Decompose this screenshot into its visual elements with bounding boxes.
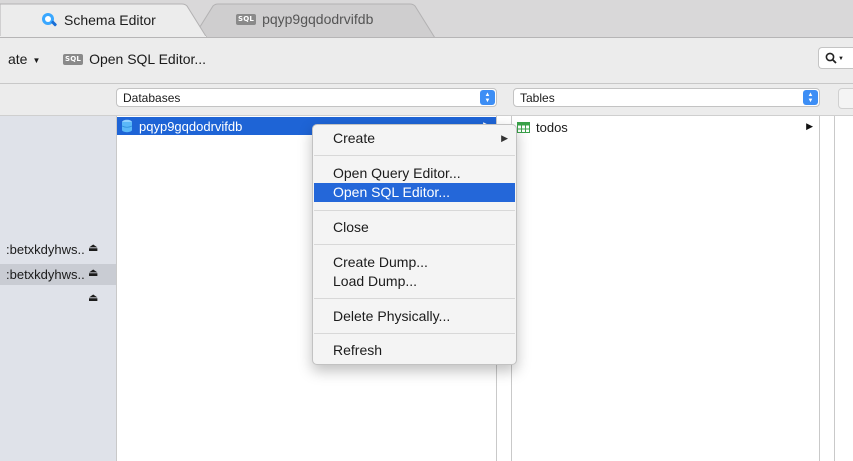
search-icon bbox=[825, 52, 837, 64]
menu-separator bbox=[314, 333, 515, 334]
menu-item-label: Close bbox=[333, 219, 369, 235]
connections-sidebar: :betxkdyhws.. ⏏ :betxkdyhws.. ⏏ ⏏ bbox=[0, 116, 116, 461]
menu-item-label: Open SQL Editor... bbox=[333, 184, 450, 200]
popup-stepper-icon: ▲ ▼ bbox=[803, 90, 818, 105]
sql-icon: SQL bbox=[63, 53, 84, 65]
pane-divider bbox=[834, 116, 835, 461]
schema-editor-icon bbox=[42, 13, 57, 27]
menu-separator bbox=[314, 155, 515, 156]
disclosure-arrow-icon: ▶ bbox=[806, 121, 813, 131]
menu-item-close[interactable]: Close bbox=[314, 218, 515, 237]
table-icon bbox=[517, 121, 530, 133]
popup-stepper-icon: ▲ ▼ bbox=[480, 90, 495, 105]
menu-item-label: Create bbox=[333, 130, 376, 146]
connection-label: :betxkdyhws.. bbox=[6, 242, 85, 257]
databases-popup-label: Databases bbox=[123, 90, 181, 105]
create-dropdown-button[interactable]: ate ▼ bbox=[8, 51, 40, 67]
eject-icon[interactable]: ⏏ bbox=[88, 291, 98, 304]
tab-database[interactable]: SQL pqyp9gqdodrvifdb bbox=[236, 11, 373, 27]
toolbar: ate ▼ SQL Open SQL Editor... ▼ bbox=[0, 38, 853, 84]
menu-separator bbox=[314, 298, 515, 299]
tab-bar: Schema Editor SQL pqyp9gqdodrvifdb bbox=[0, 0, 853, 38]
tables-popup-label: Tables bbox=[520, 90, 555, 105]
submenu-arrow-icon: ▶ bbox=[501, 133, 508, 143]
tab-schema-editor[interactable]: Schema Editor bbox=[40, 11, 156, 29]
pane-divider[interactable] bbox=[819, 116, 820, 461]
table-row[interactable]: todos ▶ bbox=[513, 118, 819, 136]
open-sql-editor-label: Open SQL Editor... bbox=[89, 51, 207, 67]
menu-item-refresh[interactable]: Refresh bbox=[314, 341, 515, 360]
extra-popup[interactable] bbox=[838, 88, 853, 109]
menu-item-label: Open Query Editor... bbox=[333, 165, 461, 181]
chevron-down-icon: ▼ bbox=[838, 56, 844, 62]
tab-label: pqyp9gqdodrvifdb bbox=[262, 11, 374, 27]
tables-popup[interactable]: Tables ▲ ▼ bbox=[513, 88, 820, 107]
menu-item-label: Create Dump... bbox=[333, 254, 428, 270]
open-sql-editor-button[interactable]: SQL Open SQL Editor... bbox=[63, 51, 206, 67]
menu-item-load-dump[interactable]: Load Dump... bbox=[314, 272, 515, 291]
menu-item-open-query-editor[interactable]: Open Query Editor... bbox=[314, 164, 515, 183]
sql-icon: SQL bbox=[236, 13, 257, 25]
context-menu: Create ▶ Open Query Editor... Open SQL E… bbox=[312, 124, 517, 365]
database-name: pqyp9gqdodrvifdb bbox=[139, 118, 243, 134]
menu-item-open-sql-editor[interactable]: Open SQL Editor... bbox=[314, 183, 515, 202]
databases-popup[interactable]: Databases ▲ ▼ bbox=[116, 88, 497, 107]
column-header-strip: Databases ▲ ▼ Tables ▲ ▼ bbox=[0, 84, 853, 116]
connection-item[interactable]: :betxkdyhws.. ⏏ bbox=[0, 239, 116, 260]
search-field[interactable]: ▼ bbox=[818, 47, 853, 69]
connection-item[interactable]: :betxkdyhws.. ⏏ bbox=[0, 264, 116, 285]
menu-separator bbox=[314, 244, 515, 245]
connection-label: :betxkdyhws.. bbox=[6, 267, 85, 282]
chevron-down-icon: ▼ bbox=[32, 55, 41, 65]
menu-item-label: Delete Physically... bbox=[333, 308, 451, 324]
tab-label: Schema Editor bbox=[64, 12, 156, 28]
eject-icon[interactable]: ⏏ bbox=[88, 241, 98, 254]
menu-item-label: Refresh bbox=[333, 342, 383, 358]
database-icon bbox=[121, 119, 133, 133]
menu-item-create[interactable]: Create ▶ bbox=[314, 129, 515, 148]
pane-divider[interactable] bbox=[116, 116, 117, 461]
menu-item-create-dump[interactable]: Create Dump... bbox=[314, 253, 515, 272]
table-name: todos bbox=[536, 119, 568, 135]
create-label: ate bbox=[8, 51, 28, 67]
menu-item-label: Load Dump... bbox=[333, 273, 418, 289]
menu-separator bbox=[314, 210, 515, 211]
eject-icon[interactable]: ⏏ bbox=[88, 266, 98, 279]
menu-item-delete-physically[interactable]: Delete Physically... bbox=[314, 307, 515, 326]
